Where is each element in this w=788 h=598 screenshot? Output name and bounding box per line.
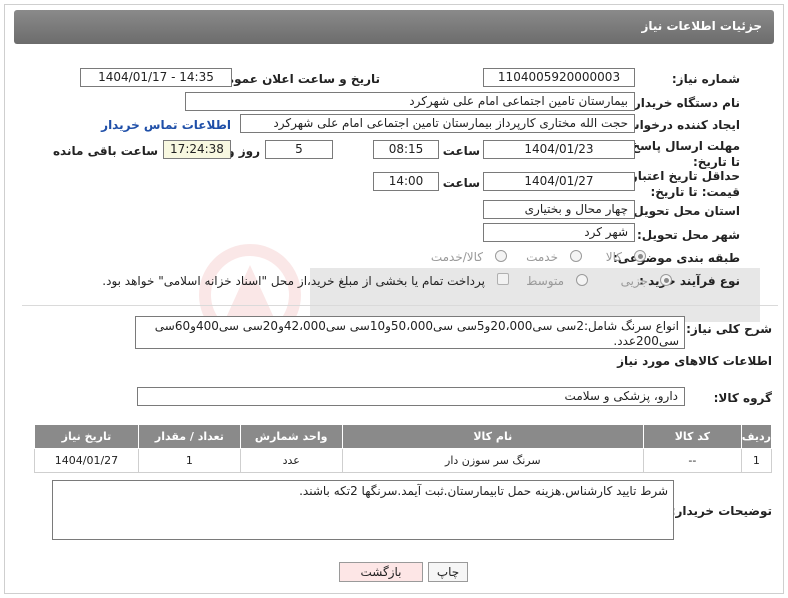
process-option-medium: متوسط (526, 274, 564, 288)
province-field: چهار محال و بختیاری (483, 200, 635, 219)
process-radio-minor[interactable] (660, 274, 672, 286)
category-radio-service[interactable] (570, 250, 582, 262)
cell-date: 1404/01/27 (34, 448, 139, 473)
treasury-checkbox[interactable] (497, 273, 509, 285)
col-name: نام کالا (341, 424, 644, 449)
process-option-minor: جزیی (620, 274, 648, 288)
goods-table-header: ردیف کد کالا نام کالا واحد شمارش تعداد /… (34, 424, 773, 449)
remaining-label: ساعت باقی مانده (52, 144, 158, 158)
col-qty: تعداد / مقدار (137, 424, 241, 449)
goods-table: ردیف کد کالا نام کالا واحد شمارش تعداد /… (34, 424, 773, 473)
print-button[interactable]: چاپ (428, 562, 468, 582)
deadline-time-field: 08:15 (373, 140, 439, 159)
page-header: جزئیات اطلاعات نیاز (14, 10, 774, 44)
goods-group-field: دارو، پزشکی و سلامت (137, 387, 685, 406)
days-remaining-field: 5 (265, 140, 333, 159)
cell-unit: عدد (239, 448, 343, 473)
cell-name: سرنگ سر سوزن دار (341, 448, 644, 473)
need-number-field: 1104005920000003 (483, 68, 635, 87)
category-radio-goods-service[interactable] (495, 250, 507, 262)
category-option-goods-service: کالا/خدمت (430, 250, 483, 264)
cell-code: -- (642, 448, 742, 473)
treasury-note: پرداخت تمام یا بخشی از مبلغ خرید،از محل … (102, 274, 485, 288)
description-field: انواع سرنگ شامل:2سی سی20،000و5سی سی50،00… (135, 316, 685, 349)
province-label: استان محل تحویل: (628, 204, 740, 218)
price-date-field: 1404/01/27 (483, 172, 635, 191)
category-radio-goods[interactable] (634, 250, 646, 262)
price-time-field: 14:00 (373, 172, 439, 191)
notes-field: شرط تایید کارشناس.هزینه حمل تابیمارستان.… (52, 480, 674, 540)
description-label: شرح کلی نیاز: (686, 322, 772, 336)
col-code: کد کالا (642, 424, 742, 449)
goods-section-title: اطلاعات کالاهای مورد نیاز (617, 354, 772, 368)
category-label: طبقه بندی موضوعی: (612, 251, 740, 265)
notes-label: توضیحات خریدار: (670, 504, 772, 518)
city-label: شهر محل تحویل: (636, 228, 740, 242)
goods-group-label: گروه کالا: (713, 391, 772, 405)
table-row: 1 -- سرنگ سر سوزن دار عدد 1 1404/01/27 (34, 448, 773, 473)
need-number-label: شماره نیاز: (671, 72, 740, 86)
price-time-label: ساعت (442, 176, 480, 190)
category-option-goods: کالا (605, 250, 622, 264)
back-button[interactable]: بازگشت (339, 562, 423, 582)
remaining-time-field: 17:24:38 (163, 140, 231, 159)
buyer-contact-link[interactable]: اطلاعات تماس خریدار (101, 118, 231, 132)
cell-row: 1 (740, 448, 773, 473)
creator-field: حجت الله مختاری کارپرداز بیمارستان تامین… (240, 114, 635, 133)
announce-field: 1404/01/17 - 14:35 (80, 68, 232, 87)
buyer-field: بیمارستان تامین اجتماعی امام علی شهرکرد (185, 92, 635, 111)
category-option-service: خدمت (526, 250, 558, 264)
deadline-time-label: ساعت (442, 144, 480, 158)
city-field: شهر کرد (483, 223, 635, 242)
divider (22, 305, 778, 306)
deadline-date-field: 1404/01/23 (483, 140, 635, 159)
col-date: تاریخ نیاز (34, 424, 139, 449)
process-label: نوع فرآیند خرید : (639, 274, 740, 288)
cell-qty: 1 (137, 448, 241, 473)
col-row: ردیف (740, 424, 773, 449)
days-label: روز و (227, 144, 260, 158)
process-radio-medium[interactable] (576, 274, 588, 286)
buyer-label: نام دستگاه خریدار: (629, 96, 740, 110)
page-title: جزئیات اطلاعات نیاز (641, 19, 762, 33)
col-unit: واحد شمارش (239, 424, 343, 449)
announce-label: تاریخ و ساعت اعلان عمومی: (209, 72, 380, 86)
